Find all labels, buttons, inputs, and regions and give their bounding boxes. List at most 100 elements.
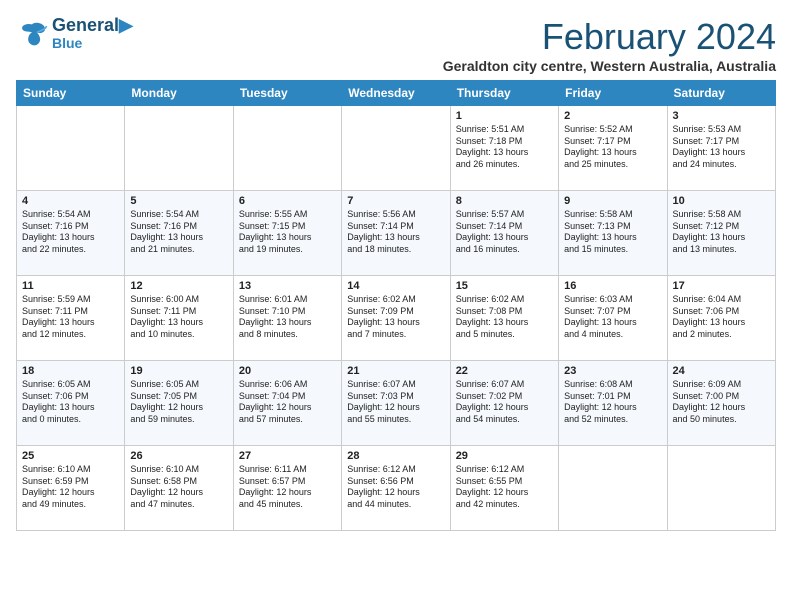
day-info: Daylight: 13 hours <box>347 232 444 244</box>
day-info: and 4 minutes. <box>564 329 661 341</box>
day-info: Daylight: 12 hours <box>564 402 661 414</box>
day-info: and 55 minutes. <box>347 414 444 426</box>
calendar-cell: 24Sunrise: 6:09 AMSunset: 7:00 PMDayligh… <box>667 361 775 446</box>
day-info: Sunrise: 6:10 AM <box>130 464 227 476</box>
day-info: and 21 minutes. <box>130 244 227 256</box>
day-info: Sunset: 7:02 PM <box>456 391 553 403</box>
calendar-cell: 28Sunrise: 6:12 AMSunset: 6:56 PMDayligh… <box>342 446 450 531</box>
calendar-cell: 9Sunrise: 5:58 AMSunset: 7:13 PMDaylight… <box>559 191 667 276</box>
day-info: Daylight: 13 hours <box>130 317 227 329</box>
day-info: Sunset: 7:00 PM <box>673 391 770 403</box>
calendar-cell: 8Sunrise: 5:57 AMSunset: 7:14 PMDaylight… <box>450 191 558 276</box>
day-info: Daylight: 13 hours <box>564 147 661 159</box>
day-info: Sunrise: 6:00 AM <box>130 294 227 306</box>
day-info: and 24 minutes. <box>673 159 770 171</box>
calendar: SundayMondayTuesdayWednesdayThursdayFrid… <box>16 80 776 531</box>
calendar-cell: 6Sunrise: 5:55 AMSunset: 7:15 PMDaylight… <box>233 191 341 276</box>
day-info: Sunrise: 6:08 AM <box>564 379 661 391</box>
calendar-day-header: Sunday <box>17 81 125 106</box>
day-info: Sunset: 7:14 PM <box>347 221 444 233</box>
calendar-cell: 22Sunrise: 6:07 AMSunset: 7:02 PMDayligh… <box>450 361 558 446</box>
day-info: Sunrise: 6:05 AM <box>130 379 227 391</box>
day-info: and 52 minutes. <box>564 414 661 426</box>
calendar-cell: 13Sunrise: 6:01 AMSunset: 7:10 PMDayligh… <box>233 276 341 361</box>
day-number: 19 <box>130 365 227 377</box>
day-number: 22 <box>456 365 553 377</box>
day-info: Sunrise: 6:02 AM <box>456 294 553 306</box>
day-number: 6 <box>239 195 336 207</box>
day-info: and 19 minutes. <box>239 244 336 256</box>
day-number: 4 <box>22 195 119 207</box>
day-info: Sunrise: 6:07 AM <box>456 379 553 391</box>
day-info: Daylight: 13 hours <box>347 317 444 329</box>
day-info: Daylight: 13 hours <box>239 317 336 329</box>
day-info: Sunrise: 5:51 AM <box>456 124 553 136</box>
calendar-cell <box>667 446 775 531</box>
day-info: Sunrise: 6:06 AM <box>239 379 336 391</box>
day-info: Sunrise: 6:05 AM <box>22 379 119 391</box>
subtitle: Geraldton city centre, Western Australia… <box>443 58 776 74</box>
calendar-cell: 2Sunrise: 5:52 AMSunset: 7:17 PMDaylight… <box>559 106 667 191</box>
day-number: 1 <box>456 110 553 122</box>
day-info: and 22 minutes. <box>22 244 119 256</box>
calendar-cell: 26 Sunrise: 6:10 AMSunset: 6:58 PMDayligh… <box>125 446 233 531</box>
day-info: Sunrise: 6:12 AM <box>456 464 553 476</box>
calendar-cell: 12Sunrise: 6:00 AMSunset: 7:11 PMDayligh… <box>125 276 233 361</box>
day-number: 10 <box>673 195 770 207</box>
day-number: 16 <box>564 280 661 292</box>
day-info: Sunrise: 5:53 AM <box>673 124 770 136</box>
day-info: and 16 minutes. <box>456 244 553 256</box>
day-number: 3 <box>673 110 770 122</box>
calendar-cell: 7Sunrise: 5:56 AMSunset: 7:14 PMDaylight… <box>342 191 450 276</box>
day-info: Sunrise: 6:03 AM <box>564 294 661 306</box>
day-number: 17 <box>673 280 770 292</box>
day-info: Daylight: 13 hours <box>22 232 119 244</box>
calendar-cell <box>17 106 125 191</box>
day-info: Daylight: 12 hours <box>22 487 119 499</box>
calendar-day-header: Tuesday <box>233 81 341 106</box>
day-info: Sunset: 7:03 PM <box>347 391 444 403</box>
day-info: Sunset: 6:58 PM <box>130 476 227 488</box>
day-info: Sunset: 7:15 PM <box>239 221 336 233</box>
day-info: Sunrise: 6:01 AM <box>239 294 336 306</box>
page-header: General▶ Blue February 2024 Geraldton ci… <box>16 16 776 74</box>
day-info: Sunrise: 5:57 AM <box>456 209 553 221</box>
day-number: 26 <box>130 450 227 462</box>
day-info: Daylight: 13 hours <box>22 402 119 414</box>
day-info: Sunset: 7:11 PM <box>130 306 227 318</box>
day-info: and 47 minutes. <box>130 499 227 511</box>
day-number: 8 <box>456 195 553 207</box>
day-info: and 8 minutes. <box>239 329 336 341</box>
day-info: Daylight: 12 hours <box>130 487 227 499</box>
day-info: and 49 minutes. <box>22 499 119 511</box>
day-number: 15 <box>456 280 553 292</box>
calendar-day-header: Saturday <box>667 81 775 106</box>
day-info: Sunset: 7:06 PM <box>22 391 119 403</box>
day-info: Sunrise: 5:58 AM <box>564 209 661 221</box>
day-info: Daylight: 13 hours <box>456 147 553 159</box>
day-info: Sunrise: 6:12 AM <box>347 464 444 476</box>
day-info: Sunrise: 6:11 AM <box>239 464 336 476</box>
day-info: and 59 minutes. <box>130 414 227 426</box>
day-number: 14 <box>347 280 444 292</box>
day-info: and 26 minutes. <box>456 159 553 171</box>
day-number: 29 <box>456 450 553 462</box>
logo: General▶ Blue <box>16 16 133 51</box>
day-info: and 12 minutes. <box>22 329 119 341</box>
day-info: and 18 minutes. <box>347 244 444 256</box>
day-info: and 15 minutes. <box>564 244 661 256</box>
day-info: and 2 minutes. <box>673 329 770 341</box>
calendar-cell: 16Sunrise: 6:03 AMSunset: 7:07 PMDayligh… <box>559 276 667 361</box>
day-info: and 57 minutes. <box>239 414 336 426</box>
day-info: Sunset: 7:16 PM <box>22 221 119 233</box>
calendar-cell <box>559 446 667 531</box>
day-info: Daylight: 13 hours <box>564 232 661 244</box>
calendar-week-row: 1Sunrise: 5:51 AMSunset: 7:18 PMDaylight… <box>17 106 776 191</box>
day-info: Sunset: 7:04 PM <box>239 391 336 403</box>
calendar-cell: 19Sunrise: 6:05 AMSunset: 7:05 PMDayligh… <box>125 361 233 446</box>
calendar-cell: 1Sunrise: 5:51 AMSunset: 7:18 PMDaylight… <box>450 106 558 191</box>
day-info: Sunset: 6:55 PM <box>456 476 553 488</box>
calendar-cell: 17Sunrise: 6:04 AMSunset: 7:06 PMDayligh… <box>667 276 775 361</box>
day-info: Daylight: 13 hours <box>22 317 119 329</box>
day-info: Sunset: 7:13 PM <box>564 221 661 233</box>
